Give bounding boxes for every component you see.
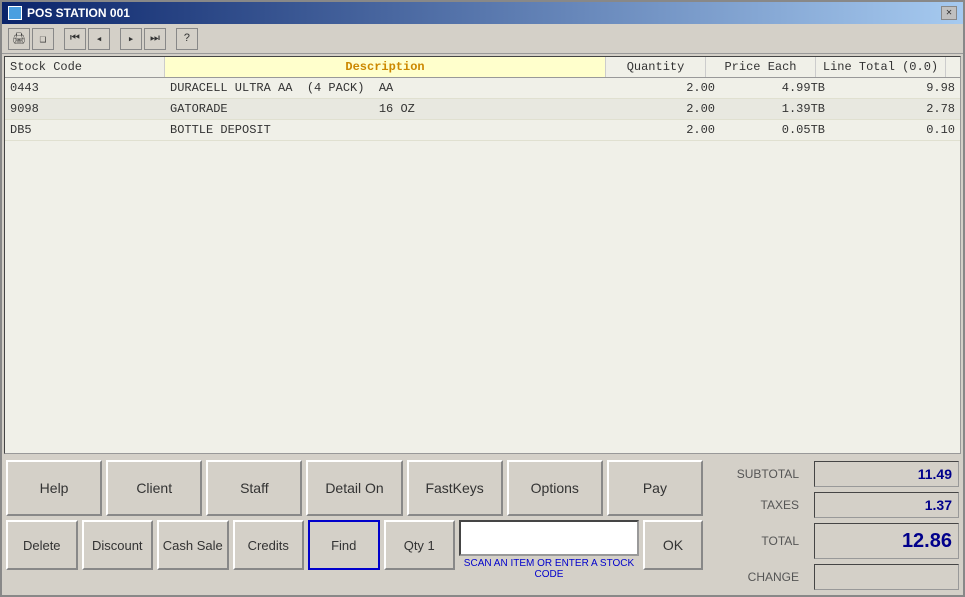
secondary-action-row: Delete Discount Cash Sale Credits Find Q… xyxy=(6,520,703,580)
taxes-label: TAXES xyxy=(709,498,799,512)
header-stock-code: Stock Code xyxy=(5,57,165,77)
header-quantity: Quantity xyxy=(606,57,706,77)
content-area: Stock Code Description Quantity Price Ea… xyxy=(2,54,963,595)
cell-quantity: 2.00 xyxy=(620,120,720,140)
action-buttons: Help Client Staff Detail On FastKeys Opt… xyxy=(6,460,703,591)
summary-panel: SUBTOTAL 11.49 TAXES 1.37 TOTAL 12.86 CH… xyxy=(709,460,959,591)
total-row: TOTAL 12.86 xyxy=(709,522,959,560)
taxes-value: 1.37 xyxy=(814,492,959,518)
delete-button[interactable]: Delete xyxy=(6,520,78,570)
detail-on-button[interactable]: Detail On xyxy=(306,460,402,516)
items-table: Stock Code Description Quantity Price Ea… xyxy=(4,56,961,454)
cell-description: DURACELL ULTRA AA (4 PACK) AA xyxy=(165,78,620,98)
cell-description: BOTTLE DEPOSIT xyxy=(165,120,620,140)
bottom-area: Help Client Staff Detail On FastKeys Opt… xyxy=(2,456,963,595)
toolbar: 🖨 ❑ ⏮ ◂ ▸ ⏭ ? xyxy=(2,24,963,54)
title-bar: POS STATION 001 ✕ xyxy=(2,2,963,24)
next-icon[interactable]: ▸ xyxy=(120,28,142,50)
table-row: DB5 BOTTLE DEPOSIT 2.00 0.05TB 0.10 xyxy=(5,120,960,141)
credits-button[interactable]: Credits xyxy=(233,520,305,570)
main-window: POS STATION 001 ✕ 🖨 ❑ ⏮ ◂ ▸ ⏭ ? Stock Co… xyxy=(0,0,965,597)
last-icon[interactable]: ⏭ xyxy=(144,28,166,50)
window-icon xyxy=(8,6,22,20)
cell-price: 1.39TB xyxy=(720,99,830,119)
table-row: 0443 DURACELL ULTRA AA (4 PACK) AA 2.00 … xyxy=(5,78,960,99)
change-row: CHANGE xyxy=(709,563,959,591)
subtotal-row: SUBTOTAL 11.49 xyxy=(709,460,959,488)
qty1-button[interactable]: Qty 1 xyxy=(384,520,456,570)
cash-sale-button[interactable]: Cash Sale xyxy=(157,520,229,570)
help-button[interactable]: Help xyxy=(6,460,102,516)
client-button[interactable]: Client xyxy=(106,460,202,516)
cell-quantity: 2.00 xyxy=(620,78,720,98)
summary-and-buttons: Help Client Staff Detail On FastKeys Opt… xyxy=(6,460,959,591)
cell-stock-code: 9098 xyxy=(5,99,165,119)
find-button[interactable]: Find xyxy=(308,520,380,570)
cell-line-total: 0.10 xyxy=(830,120,960,140)
cell-stock-code: DB5 xyxy=(5,120,165,140)
taxes-row: TAXES 1.37 xyxy=(709,491,959,519)
options-button[interactable]: Options xyxy=(507,460,603,516)
change-label: CHANGE xyxy=(709,570,799,584)
scan-label: SCAN AN ITEM OR ENTER A STOCK CODE xyxy=(459,558,639,580)
help-toolbar-icon[interactable]: ? xyxy=(176,28,198,50)
scan-area: SCAN AN ITEM OR ENTER A STOCK CODE xyxy=(459,520,639,580)
cell-description: GATORADE 16 OZ xyxy=(165,99,620,119)
prev-icon[interactable]: ◂ xyxy=(88,28,110,50)
scan-input[interactable] xyxy=(459,520,639,556)
cell-price: 0.05TB xyxy=(720,120,830,140)
header-description: Description xyxy=(165,57,606,77)
subtotal-value: 11.49 xyxy=(814,461,959,487)
total-value: 12.86 xyxy=(814,523,959,559)
staff-button[interactable]: Staff xyxy=(206,460,302,516)
pay-button[interactable]: Pay xyxy=(607,460,703,516)
total-label: TOTAL xyxy=(709,534,799,548)
close-button[interactable]: ✕ xyxy=(941,6,957,20)
main-action-row: Help Client Staff Detail On FastKeys Opt… xyxy=(6,460,703,516)
cell-quantity: 2.00 xyxy=(620,99,720,119)
table-row: 9098 GATORADE 16 OZ 2.00 1.39TB 2.78 xyxy=(5,99,960,120)
subtotal-label: SUBTOTAL xyxy=(709,467,799,481)
header-price-each: Price Each xyxy=(706,57,816,77)
cell-line-total: 2.78 xyxy=(830,99,960,119)
fastkeys-button[interactable]: FastKeys xyxy=(407,460,503,516)
print-icon[interactable]: 🖨 xyxy=(8,28,30,50)
window-title: POS STATION 001 xyxy=(27,6,130,20)
table-header: Stock Code Description Quantity Price Ea… xyxy=(5,57,960,78)
table-body: 0443 DURACELL ULTRA AA (4 PACK) AA 2.00 … xyxy=(5,78,960,453)
first-icon[interactable]: ⏮ xyxy=(64,28,86,50)
cell-line-total: 9.98 xyxy=(830,78,960,98)
discount-button[interactable]: Discount xyxy=(82,520,154,570)
cell-price: 4.99TB xyxy=(720,78,830,98)
copy-icon[interactable]: ❑ xyxy=(32,28,54,50)
ok-button[interactable]: OK xyxy=(643,520,703,570)
cell-stock-code: 0443 xyxy=(5,78,165,98)
change-value xyxy=(814,564,959,590)
header-line-total: Line Total (0.0) xyxy=(816,57,946,77)
